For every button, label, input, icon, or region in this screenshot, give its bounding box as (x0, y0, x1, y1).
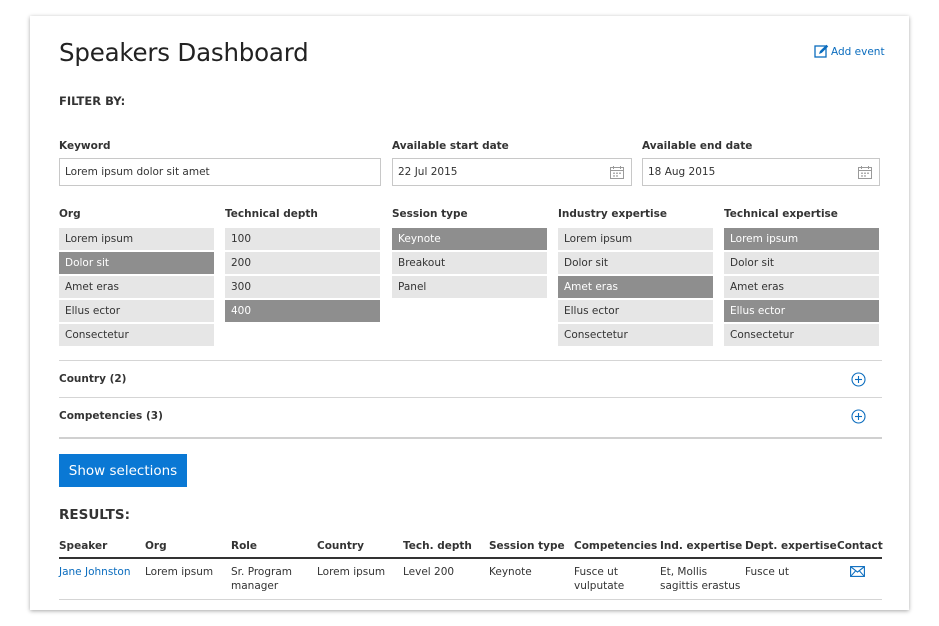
plus-circle-icon[interactable] (851, 371, 866, 387)
list-option[interactable]: Ellus ector (724, 300, 879, 322)
table-header: Speaker Org Role Country Tech. depth Ses… (59, 538, 883, 559)
results-table: Speaker Org Role Country Tech. depth Ses… (59, 538, 883, 600)
list-option[interactable]: Amet eras (558, 276, 713, 298)
industry-expertise-label: Industry expertise (558, 208, 668, 220)
list-option[interactable]: Amet eras (724, 276, 879, 298)
end-date-value: 18 Aug 2015 (648, 166, 716, 178)
calendar-icon[interactable] (858, 166, 872, 179)
keyword-label: Keyword (59, 140, 111, 152)
list-option[interactable]: Lorem ipsum (724, 228, 879, 250)
industry-expertise-list: Lorem ipsum Dolor sit Amet eras Ellus ec… (558, 228, 713, 348)
column-header[interactable]: Ind. expertise (660, 540, 742, 552)
cell-line: Et, Mollis (660, 566, 708, 578)
table-cell: Keynote (489, 566, 532, 578)
end-date-label: Available end date (642, 140, 753, 152)
add-event-link[interactable]: Add event (814, 44, 885, 59)
column-header[interactable]: Dept. expertise (745, 540, 837, 552)
technical-depth-label: Technical depth (225, 208, 318, 220)
list-option[interactable]: 400 (225, 300, 380, 322)
start-date-value: 22 Jul 2015 (398, 166, 458, 178)
calendar-icon[interactable] (610, 166, 624, 179)
dashboard-card: Speakers Dashboard Add event FILTER BY: … (30, 16, 909, 610)
table-row: Jane Johnston Lorem ipsum Sr. Program ma… (59, 559, 882, 600)
edit-icon (814, 44, 829, 58)
list-option[interactable]: Lorem ipsum (59, 228, 214, 250)
session-type-list: Keynote Breakout Panel (392, 228, 547, 300)
table-cell: Fusce ut vulputate (574, 565, 624, 593)
list-option[interactable]: Breakout (392, 252, 547, 274)
cell-line: vulputate (574, 580, 625, 592)
page-title: Speakers Dashboard (59, 38, 309, 67)
competencies-accordion-label: Competencies (3) (59, 410, 163, 422)
filter-divider (59, 437, 882, 439)
keyword-value: Lorem ipsum dolor sit amet (65, 166, 210, 178)
table-cell: Et, Mollis sagittis erastus (660, 565, 740, 593)
list-option[interactable]: 300 (225, 276, 380, 298)
org-label: Org (59, 208, 81, 220)
technical-depth-list: 100 200 300 400 (225, 228, 380, 324)
mail-icon[interactable] (850, 566, 865, 577)
table-cell: Lorem ipsum (145, 566, 214, 578)
list-option[interactable]: Lorem ipsum (558, 228, 713, 250)
table-cell: Sr. Program manager (231, 565, 292, 593)
results-heading: RESULTS: (59, 507, 131, 523)
table-cell: Lorem ipsum (317, 566, 386, 578)
column-header[interactable]: Role (231, 540, 257, 552)
column-header[interactable]: Org (145, 540, 167, 552)
country-accordion-label: Country (2) (59, 373, 127, 385)
start-date-input[interactable]: 22 Jul 2015 (392, 158, 632, 186)
speaker-link[interactable]: Jane Johnston (59, 565, 130, 579)
list-option[interactable]: Consectetur (558, 324, 713, 346)
country-accordion[interactable]: Country (2) (59, 360, 882, 397)
start-date-label: Available start date (392, 140, 509, 152)
column-header[interactable]: Session type (489, 540, 565, 552)
column-header[interactable]: Country (317, 540, 364, 552)
column-header[interactable]: Speaker (59, 540, 107, 552)
table-cell: Level 200 (403, 566, 455, 578)
column-header[interactable]: Contact (837, 540, 883, 552)
org-list: Lorem ipsum Dolor sit Amet eras Ellus ec… (59, 228, 214, 348)
cell-line: Fusce ut (574, 566, 618, 578)
list-option[interactable]: Dolor sit (724, 252, 879, 274)
end-date-input[interactable]: 18 Aug 2015 (642, 158, 880, 186)
technical-expertise-list: Lorem ipsum Dolor sit Amet eras Ellus ec… (724, 228, 879, 348)
list-option[interactable]: Dolor sit (558, 252, 713, 274)
keyword-input[interactable]: Lorem ipsum dolor sit amet (59, 158, 381, 186)
column-header[interactable]: Tech. depth (403, 540, 472, 552)
list-option[interactable]: Consectetur (724, 324, 879, 346)
cell-line: manager (231, 580, 279, 592)
list-option[interactable]: Keynote (392, 228, 547, 250)
list-option[interactable]: Ellus ector (59, 300, 214, 322)
column-header[interactable]: Competencies (574, 540, 657, 552)
list-option[interactable]: Amet eras (59, 276, 214, 298)
list-option[interactable]: Ellus ector (558, 300, 713, 322)
cell-line: sagittis erastus (660, 580, 741, 592)
table-cell: Fusce ut (745, 566, 789, 578)
competencies-accordion[interactable]: Competencies (3) (59, 397, 882, 434)
add-event-label: Add event (831, 45, 885, 58)
list-option[interactable]: Panel (392, 276, 547, 298)
plus-circle-icon[interactable] (851, 408, 866, 424)
cell-line: Sr. Program (231, 566, 292, 578)
show-selections-button[interactable]: Show selections (59, 454, 187, 487)
list-option[interactable]: Consectetur (59, 324, 214, 346)
filter-heading: FILTER BY: (59, 94, 126, 108)
session-type-label: Session type (392, 208, 468, 220)
list-option[interactable]: 200 (225, 252, 380, 274)
list-option[interactable]: Dolor sit (59, 252, 214, 274)
list-option[interactable]: 100 (225, 228, 380, 250)
technical-expertise-label: Technical expertise (724, 208, 838, 220)
